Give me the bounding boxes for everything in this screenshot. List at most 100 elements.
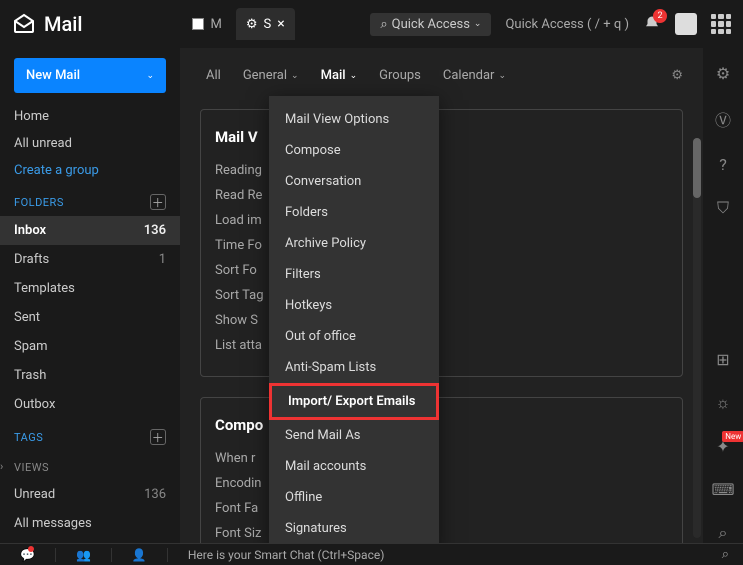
smart-chat-hint: Here is your Smart Chat (Ctrl+Space): [188, 548, 385, 562]
settings-tab-mail[interactable]: Mail ⌄: [315, 62, 364, 89]
bottombar: 💬 👥 👤 Here is your Smart Chat (Ctrl+Spac…: [0, 543, 743, 565]
scrollbar-thumb[interactable]: [693, 138, 701, 198]
help-icon[interactable]: ?: [719, 155, 727, 174]
dd-offline[interactable]: Offline: [269, 482, 439, 513]
tab-mail[interactable]: M: [182, 8, 231, 40]
apps-grid-icon[interactable]: [711, 14, 731, 34]
folder-label: Spam: [14, 339, 48, 354]
search-icon[interactable]: ⌕: [708, 547, 743, 562]
notification-badge: 2: [653, 9, 667, 23]
add-icon[interactable]: ⊞: [716, 350, 729, 369]
window-tabs: M ⚙ S ×: [182, 8, 294, 40]
add-tag-button[interactable]: ＋: [150, 429, 166, 445]
dd-filters[interactable]: Filters: [269, 259, 439, 290]
folder-outbox[interactable]: Outbox: [0, 390, 180, 419]
gear-icon[interactable]: ⚙: [671, 68, 683, 83]
new-mail-button[interactable]: New Mail ⌄: [14, 58, 166, 93]
bottom-contacts[interactable]: 👤: [112, 548, 168, 562]
folders-header-label: FOLDERS: [14, 196, 64, 209]
settings-icon[interactable]: ⚙: [716, 64, 730, 83]
view-unread[interactable]: Unread 136: [0, 480, 180, 509]
quick-access-label: Quick Access: [392, 17, 470, 32]
tab-label: S: [263, 17, 271, 32]
app-logo: Mail: [12, 12, 82, 36]
view-all-messages[interactable]: All messages: [0, 509, 180, 538]
folder-sent[interactable]: Sent: [0, 303, 180, 332]
folder-inbox[interactable]: Inbox 136: [0, 216, 180, 245]
dd-mail-accounts[interactable]: Mail accounts: [269, 451, 439, 482]
folder-spam[interactable]: Spam: [0, 332, 180, 361]
theme-icon[interactable]: ☼: [716, 393, 731, 413]
avatar[interactable]: [675, 13, 697, 35]
view-label: All messages: [14, 516, 92, 531]
sidebar-link-all-unread[interactable]: All unread: [0, 130, 180, 157]
chevron-down-icon[interactable]: ⌄: [146, 71, 154, 81]
folder-label: Outbox: [14, 397, 55, 412]
views-header-label: VIEWS: [14, 461, 49, 474]
settings-tab-general[interactable]: General⌄: [237, 62, 305, 89]
dd-signatures[interactable]: Signatures: [269, 513, 439, 543]
folder-label: Templates: [14, 281, 75, 296]
gear-icon: ⚙: [246, 17, 258, 32]
stab-label: Mail: [321, 68, 346, 83]
sidebar-link-home[interactable]: Home: [0, 103, 180, 130]
vivaldi-icon[interactable]: Ⓥ: [715, 107, 731, 131]
dd-hotkeys[interactable]: Hotkeys: [269, 290, 439, 321]
stab-label: Groups: [379, 68, 421, 83]
scrollbar[interactable]: [693, 138, 701, 538]
bottom-channels[interactable]: 👥: [56, 548, 112, 562]
channels-icon: 👥: [76, 548, 91, 562]
expand-sidebar-icon[interactable]: ›: [0, 460, 3, 473]
dd-anti-spam[interactable]: Anti-Spam Lists: [269, 352, 439, 383]
contacts-icon: 👤: [132, 548, 147, 562]
settings-tab-all[interactable]: All: [200, 62, 227, 89]
dd-send-mail-as[interactable]: Send Mail As: [269, 420, 439, 451]
extension-icon[interactable]: ⛉: [717, 198, 729, 218]
quick-access-dropdown[interactable]: ⌕ Quick Access ⌄: [370, 13, 491, 36]
notification-dot: [28, 546, 34, 552]
new-mail-label: New Mail: [26, 68, 80, 83]
chevron-down-icon: ⌄: [350, 71, 358, 81]
right-rail: ⚙ Ⓥ ? ⛉ ⊞ ☼ ✦ ⌨ ⌕: [703, 48, 743, 543]
sidebar-link-create-group[interactable]: Create a group: [0, 157, 180, 184]
close-icon[interactable]: ×: [277, 16, 284, 32]
dd-import-export-emails[interactable]: Import/ Export Emails: [269, 383, 439, 420]
stab-label: Calendar: [443, 68, 495, 83]
folders-header: FOLDERS ＋: [0, 184, 180, 216]
tab-label: M: [210, 17, 221, 32]
tab-settings[interactable]: ⚙ S ×: [236, 8, 295, 40]
folder-drafts[interactable]: Drafts 1: [0, 245, 180, 274]
dd-archive-policy[interactable]: Archive Policy: [269, 228, 439, 259]
content-area: All General⌄ Mail ⌄ Groups Calendar⌄ ⚙ Ma…: [180, 48, 703, 543]
dd-folders[interactable]: Folders: [269, 197, 439, 228]
settings-tab-groups[interactable]: Groups: [373, 62, 427, 89]
settings-tabs: All General⌄ Mail ⌄ Groups Calendar⌄ ⚙: [180, 48, 703, 99]
tags-header-label: TAGS: [14, 431, 43, 444]
topbar-right: ⌕ Quick Access ⌄ Quick Access ( / + q ) …: [370, 13, 731, 36]
mail-settings-dropdown: Mail View Options Compose Conversation F…: [269, 96, 439, 543]
bottom-chats[interactable]: 💬: [0, 548, 56, 562]
dd-out-of-office[interactable]: Out of office: [269, 321, 439, 352]
folder-count: 136: [144, 223, 166, 238]
dd-conversation[interactable]: Conversation: [269, 166, 439, 197]
notification-bell[interactable]: 2: [643, 15, 661, 33]
folder-label: Drafts: [14, 252, 49, 267]
mail-icon: [12, 12, 36, 36]
announce-icon[interactable]: ✦: [716, 437, 729, 456]
search-icon[interactable]: ⌕: [719, 523, 728, 543]
chat-icon[interactable]: ⌨: [711, 480, 734, 499]
view-label: Unread: [14, 487, 55, 502]
stab-label: General: [243, 68, 287, 83]
folder-label: Sent: [14, 310, 40, 325]
folder-label: Inbox: [14, 223, 46, 238]
view-count: 136: [144, 487, 166, 502]
add-folder-button[interactable]: ＋: [150, 194, 166, 210]
dd-compose[interactable]: Compose: [269, 135, 439, 166]
stab-label: All: [206, 68, 221, 83]
settings-tab-calendar[interactable]: Calendar⌄: [437, 62, 512, 89]
chevron-down-icon: ⌄: [474, 19, 482, 29]
folder-trash[interactable]: Trash: [0, 361, 180, 390]
checkbox-icon: [192, 18, 204, 30]
dd-mail-view-options[interactable]: Mail View Options: [269, 104, 439, 135]
folder-templates[interactable]: Templates: [0, 274, 180, 303]
